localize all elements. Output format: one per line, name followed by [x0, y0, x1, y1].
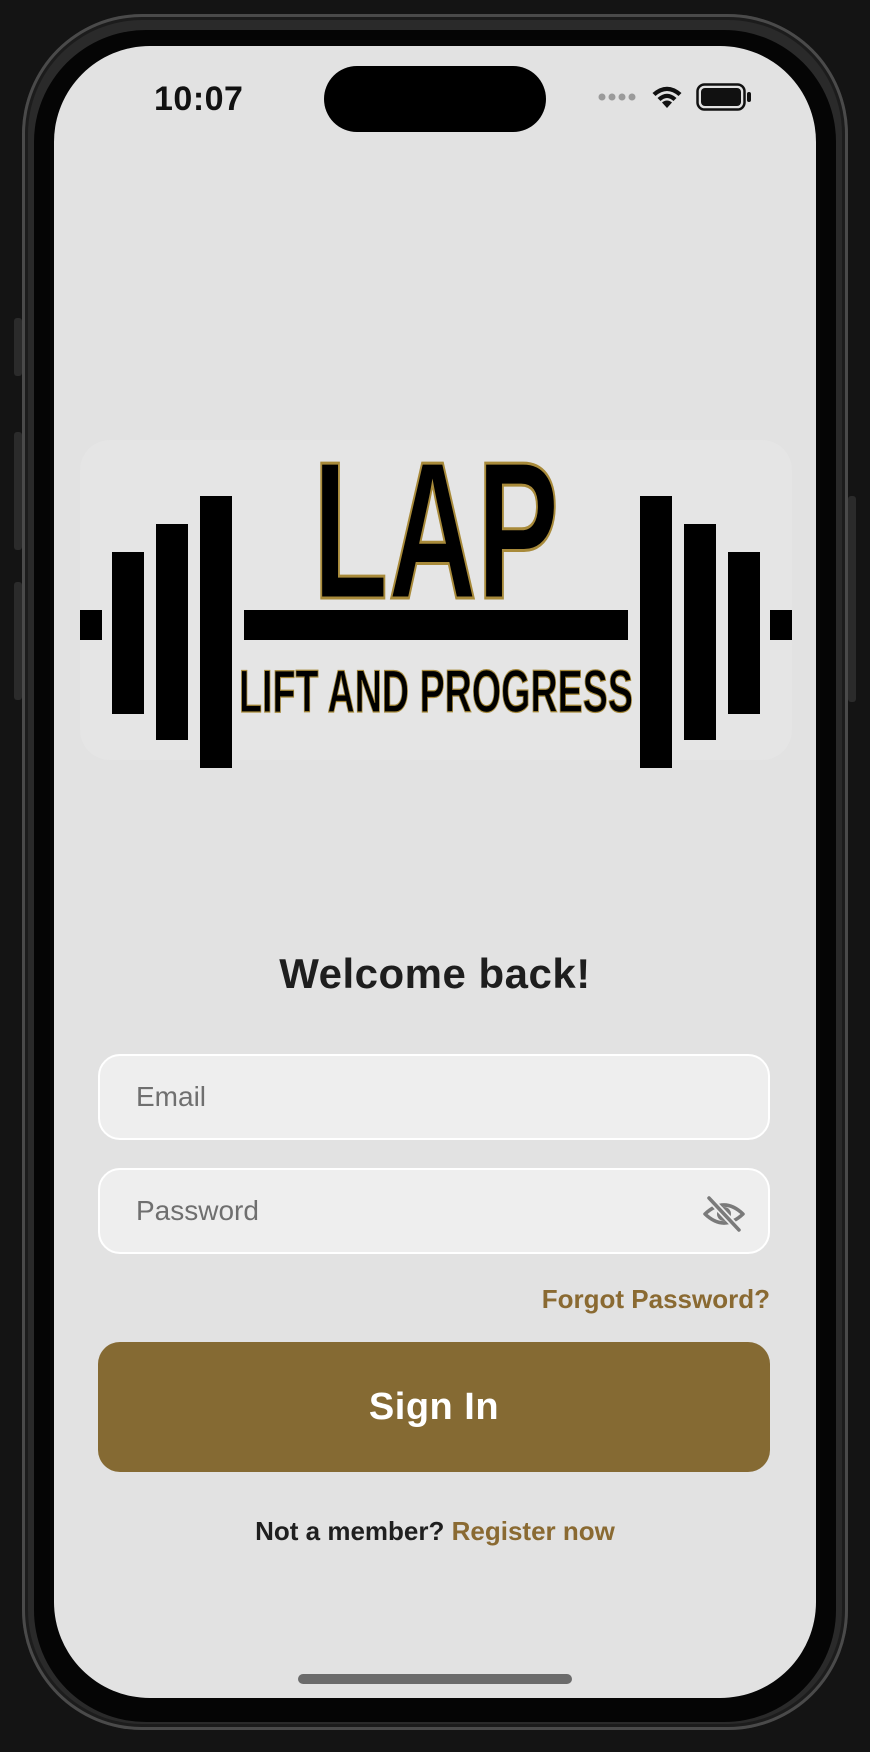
logo-tagline: LIFT AND PROGRESS — [239, 658, 633, 725]
password-field[interactable] — [98, 1168, 770, 1254]
email-field[interactable] — [98, 1054, 770, 1140]
status-icons — [598, 80, 752, 114]
register-now-link[interactable]: Register now — [452, 1516, 615, 1546]
volume-down-button — [14, 582, 22, 700]
battery-icon — [696, 83, 751, 111]
signal-dots-icon — [598, 93, 636, 101]
power-button — [848, 496, 856, 702]
sign-in-button[interactable]: Sign In — [98, 1342, 770, 1472]
logo-brand-mark: LAP — [313, 422, 559, 640]
home-indicator[interactable] — [298, 1674, 572, 1684]
password-input[interactable] — [100, 1170, 768, 1252]
welcome-heading: Welcome back! — [279, 950, 591, 997]
action-button — [14, 318, 22, 376]
register-row: Not a member? Register now — [54, 1516, 816, 1547]
status-time: 10:07 — [154, 80, 244, 118]
wifi-icon — [652, 86, 682, 108]
lap-logo: LAP LIFT AND PROGRESS — [80, 422, 792, 768]
app-screen: 10:07 LAP LIFT AND PROGRESS Welcome back… — [54, 46, 816, 1698]
register-prompt: Not a member? — [255, 1516, 452, 1546]
dynamic-island — [324, 66, 546, 132]
email-input[interactable] — [100, 1056, 768, 1138]
volume-up-button — [14, 432, 22, 550]
forgot-password-link[interactable]: Forgot Password? — [542, 1284, 770, 1315]
eye-off-icon[interactable] — [702, 1192, 746, 1236]
